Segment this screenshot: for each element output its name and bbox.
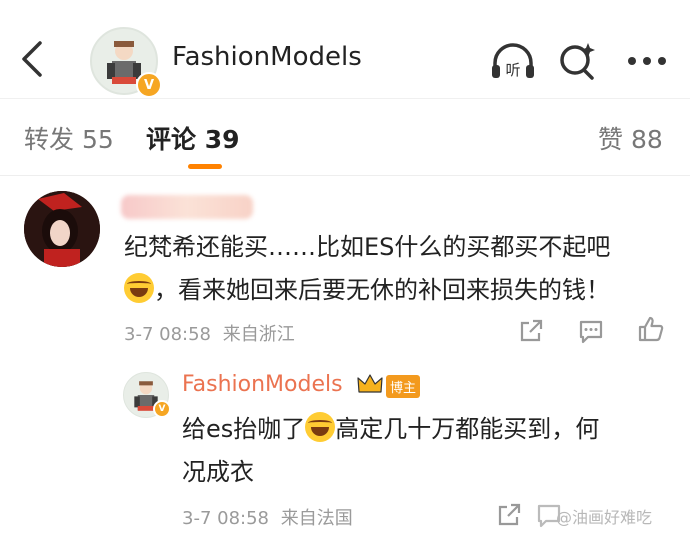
reply-text-line: 况成衣 (182, 458, 254, 486)
comment-reply-button[interactable] (574, 314, 608, 348)
search-sparkle-icon (560, 43, 595, 80)
comment-text-line: 纪梵希还能买……比如ES什么的买都买不起吧 (124, 233, 611, 261)
laughing-emoji-icon (305, 412, 336, 442)
share-icon (520, 319, 543, 342)
tab-repost-count: 55 (81, 125, 114, 154)
reply-share-button[interactable] (492, 498, 526, 532)
blogger-badge: 博主 (386, 375, 421, 398)
reply-time: 3-7 08:58 (182, 508, 269, 529)
listen-button[interactable]: 听 (488, 36, 538, 86)
reply-text-line: 给es抬咖了 (182, 415, 306, 443)
comment-share-button[interactable] (514, 314, 548, 348)
comment-icon (579, 320, 603, 344)
tab-likes-label: 赞 (598, 125, 624, 154)
active-tab-indicator (188, 164, 222, 169)
search-button[interactable] (552, 36, 602, 86)
chevron-left-icon (22, 41, 42, 77)
page-title: FashionModels (172, 42, 362, 72)
share-icon (498, 503, 521, 526)
comment-like-button[interactable] (634, 312, 668, 346)
reply-text-line: 高定几十万都能买到，何 (335, 415, 600, 443)
back-button[interactable] (14, 36, 50, 82)
svg-text:听: 听 (505, 61, 520, 79)
comment-time: 3-7 08:58 (124, 324, 211, 345)
headphones-icon: 听 (492, 43, 534, 79)
reply-text: 给es抬咖了 高定几十万都能买到，何 况成衣 (182, 408, 599, 494)
crown-icon (356, 372, 384, 400)
reply-location: 来自法国 (280, 508, 353, 529)
laughing-emoji-icon (124, 273, 154, 303)
reply-verified-badge-icon: V (153, 400, 171, 418)
reply-username[interactable]: FashionModels (182, 372, 343, 397)
more-dots-icon (628, 57, 666, 65)
commenter-name-blurred[interactable] (121, 195, 253, 219)
comment-text-line: ，看来她回来后要无休的补回来损失的钱！ (154, 276, 610, 304)
thumbs-up-icon (638, 316, 664, 342)
reply-meta: 3-7 08:58 来自法国 (182, 504, 353, 530)
commenter-avatar[interactable] (24, 191, 100, 267)
tab-likes[interactable]: 赞 88 (598, 120, 663, 156)
tab-repost-label: 转发 (24, 125, 75, 154)
verified-badge-icon: V (136, 72, 162, 98)
tab-repost[interactable]: 转发 55 (24, 120, 114, 156)
comment-text: 纪梵希还能买……比如ES什么的买都买不起吧 ，看来她回来后要无休的补回来损失的钱… (124, 226, 610, 312)
tab-comments[interactable]: 评论 39 (146, 120, 240, 156)
comment-meta: 3-7 08:58 来自浙江 (124, 320, 295, 346)
more-button[interactable] (622, 36, 672, 86)
comment-location: 来自浙江 (222, 324, 295, 345)
watermark: @油画好难吃 (556, 508, 653, 527)
tab-comments-label: 评论 (146, 125, 197, 154)
tab-comments-count: 39 (204, 125, 240, 154)
tab-likes-count: 88 (630, 125, 663, 154)
